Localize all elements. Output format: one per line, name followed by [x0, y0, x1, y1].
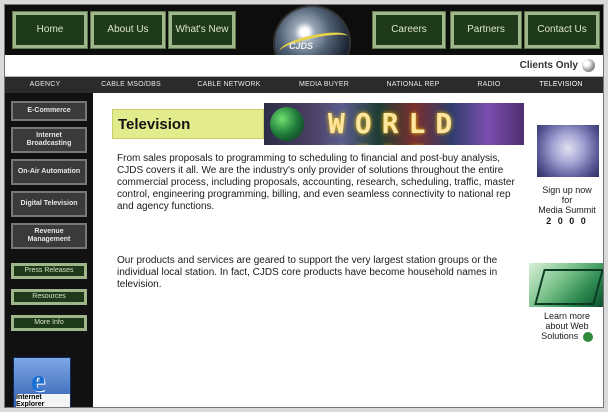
category-national-rep[interactable]: NATIONAL REP [367, 77, 459, 93]
media-summit-image[interactable] [537, 125, 599, 177]
nav-contact-button[interactable]: Contact Us [524, 11, 600, 49]
browser-frame: Home About Us What's New Careers Partner… [4, 4, 604, 408]
category-bar: AGENCY CABLE MSO/DBS CABLE NETWORK MEDIA… [5, 77, 603, 93]
signup-year: 2 0 0 0 [546, 216, 588, 226]
right-column: Sign up now for Media Summit 2 0 0 0 Lea… [529, 115, 603, 407]
clients-only-link[interactable]: Clients Only [520, 59, 595, 72]
learn-line-2: about Web [545, 321, 589, 331]
category-cable-network[interactable]: CABLE NETWORK [177, 77, 281, 93]
category-radio[interactable]: RADIO [459, 77, 519, 93]
go-arrow-icon[interactable] [582, 331, 593, 342]
category-television[interactable]: TELEVISION [519, 77, 603, 93]
clients-bar: Clients Only [5, 55, 603, 77]
left-sidebar: E-Commerce Internet Broadcasting On-Air … [5, 93, 93, 407]
page-title: Television [118, 116, 191, 133]
signup-line-1[interactable]: Sign up now [529, 185, 603, 195]
signup-line-3: Media Summit [538, 205, 596, 215]
sidebar-item-ecommerce[interactable]: E-Commerce [11, 101, 87, 121]
learn-line-3-text: Solutions [541, 331, 579, 341]
products-paragraph: Our products and services are geared to … [117, 255, 498, 290]
category-media-buyer[interactable]: MEDIA BUYER [281, 77, 367, 93]
ie-badge-label: Internet Explorer [16, 394, 70, 407]
logo-text: CJDS [289, 41, 314, 51]
sidebar-item-internet-broadcasting[interactable]: Internet Broadcasting [11, 127, 87, 153]
learn-line-1[interactable]: Learn more [529, 311, 603, 321]
banner-text: WORLD WIDE [328, 107, 463, 145]
clients-only-label: Clients Only [519, 60, 578, 71]
nav-partners-button[interactable]: Partners [450, 11, 522, 49]
sidebar-item-digital-television[interactable]: Digital Television [11, 191, 87, 217]
learn-line-3: Solutions [529, 331, 603, 342]
signup-line-2: for [561, 195, 573, 205]
nav-about-button[interactable]: About Us [90, 11, 166, 49]
nav-home-button[interactable]: Home [12, 11, 88, 49]
world-wide-banner: WORLD WIDE [264, 103, 524, 145]
intro-paragraph: From sales proposals to programming to s… [117, 153, 515, 212]
more-info-button[interactable]: More Info [11, 315, 87, 331]
internet-explorer-badge[interactable]: e Internet Explorer [13, 357, 71, 407]
web-solutions-image[interactable] [529, 263, 603, 307]
resources-button[interactable]: Resources [11, 289, 87, 305]
category-cable-mso[interactable]: CABLE MSO/DBS [85, 77, 177, 93]
sidebar-item-on-air-automation[interactable]: On-Air Automation [11, 159, 87, 185]
category-agency[interactable]: AGENCY [5, 77, 85, 93]
title-highlight: Television [112, 109, 264, 139]
globe-icon [270, 107, 304, 141]
go-button-icon[interactable] [582, 59, 595, 72]
content-header: Television WORLD WIDE [112, 103, 524, 145]
sidebar-item-revenue-management[interactable]: Revenue Management [11, 223, 87, 249]
nav-careers-button[interactable]: Careers [372, 11, 446, 49]
press-releases-button[interactable]: Press Releases [11, 263, 87, 279]
nav-whats-new-button[interactable]: What's New [168, 11, 236, 49]
